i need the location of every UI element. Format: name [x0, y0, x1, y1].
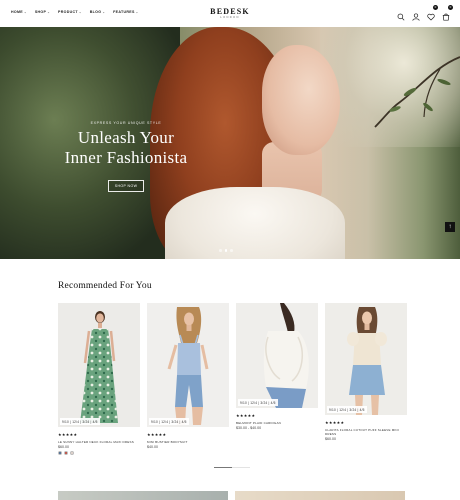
product-image[interactable]: 9/10 | 12/4 | 3/24 | 4/5: [236, 303, 318, 408]
product-price: $40.00: [147, 445, 158, 449]
product-name[interactable]: CLARITA FLORAL CUTOUT PUFF SLEEVE MINI D…: [325, 428, 407, 436]
color-swatch-red[interactable]: [64, 451, 68, 455]
rating-stars: ★★★★★: [147, 432, 167, 437]
product-photo-floral-maxi-dress: [58, 303, 140, 427]
product-name[interactable]: BELMONT PLAID CARDIGAN: [236, 421, 318, 425]
product-price: $30.00 - $40.00: [236, 426, 262, 430]
hero-model-face: [262, 45, 340, 155]
product-image[interactable]: 9/10 | 12/4 | 3/24 | 4/5: [325, 303, 407, 415]
scroll-to-top-button[interactable]: ↑: [445, 222, 455, 232]
size-options[interactable]: 9/10 | 12/4 | 3/24 | 4/5: [238, 399, 278, 406]
hero-model-blouse: [165, 187, 345, 259]
shop-now-button[interactable]: SHOP NOW: [107, 180, 145, 192]
color-swatches: [58, 451, 140, 455]
product-photo-bustier-bodysuit: [147, 303, 229, 427]
wishlist-count-badge: 0: [433, 5, 438, 10]
hero-slide-dots: [219, 249, 233, 252]
product-card[interactable]: 9/10 | 12/4 | 3/24 | 4/5 ★★★★★ BELMONT P…: [236, 303, 318, 455]
product-name[interactable]: LE SUNNY HALTER NECK FLORAL MAXI DRESS: [58, 440, 140, 444]
search-icon[interactable]: [397, 8, 405, 21]
cart-icon[interactable]: 0: [442, 5, 453, 21]
user-icon[interactable]: [412, 8, 420, 21]
product-image[interactable]: 9/10 | 12/4 | 3/24 | 4/5: [58, 303, 140, 427]
hero-eyebrow: EXPRESS YOUR UNIQUE STYLE: [90, 121, 162, 125]
product-card[interactable]: 9/10 | 12/4 | 3/24 | 4/5 ★★★★★ MINI BUST…: [147, 303, 229, 455]
logo-text: BEDESK: [210, 7, 250, 16]
color-swatch-blue[interactable]: [58, 451, 62, 455]
product-card[interactable]: 9/10 | 12/4 | 3/24 | 4/5 ★★★★★ CLARITA F…: [325, 303, 407, 455]
size-options[interactable]: 9/10 | 12/4 | 3/24 | 4/5: [60, 418, 100, 425]
product-name[interactable]: MINI BUSTIER BODYSUIT: [147, 440, 229, 444]
hero-content: EXPRESS YOUR UNIQUE STYLE Unleash Your I…: [46, 121, 206, 192]
header-actions: 0 0: [397, 5, 453, 21]
carousel-scrollbar-thumb[interactable]: [214, 467, 232, 468]
size-options[interactable]: 9/10 | 12/4 | 3/24 | 4/5: [327, 406, 367, 413]
site-logo[interactable]: BEDESK LONDON: [0, 7, 460, 19]
promo-banner-left[interactable]: [58, 491, 228, 500]
hero-title: Unleash Your Inner Fashionista: [46, 128, 206, 168]
product-photo-puff-sleeve-dress: [325, 303, 407, 415]
product-image[interactable]: 9/10 | 12/4 | 3/24 | 4/5: [147, 303, 229, 427]
hero-title-line2: Inner Fashionista: [64, 148, 188, 167]
color-swatch-blush[interactable]: [70, 451, 74, 455]
wishlist-icon[interactable]: 0: [427, 5, 438, 21]
cart-count-badge: 0: [448, 5, 453, 10]
rating-stars: ★★★★★: [58, 432, 78, 437]
promo-banner-right[interactable]: [235, 491, 405, 500]
product-card[interactable]: 9/10 | 12/4 | 3/24 | 4/5 ★★★★★ LE SUNNY …: [58, 303, 140, 455]
slide-dot-1[interactable]: [219, 249, 222, 252]
hero-title-line1: Unleash Your: [77, 128, 175, 147]
logo-subtext: LONDON: [220, 16, 240, 19]
rating-stars: ★★★★★: [325, 420, 345, 425]
rating-stars: ★★★★★: [236, 413, 256, 418]
product-photo-plaid-cardigan: [236, 303, 318, 408]
site-header: HOME ⌄ SHOP ⌄ PRODUCT ⌄ BLOG ⌄ FEATURES ⌄ BED…: [0, 0, 460, 27]
product-price: $60.00: [58, 445, 69, 449]
slide-dot-3[interactable]: [230, 249, 233, 252]
size-options[interactable]: 9/10 | 12/4 | 3/24 | 4/5: [149, 418, 189, 425]
product-price: $60.00: [325, 437, 336, 441]
product-carousel: 9/10 | 12/4 | 3/24 | 4/5 ★★★★★ LE SUNNY …: [58, 303, 407, 455]
slide-dot-2[interactable]: [224, 249, 227, 252]
hero-branch: [374, 56, 460, 128]
hero-banner: EXPRESS YOUR UNIQUE STYLE Unleash Your I…: [0, 27, 460, 259]
section-title: Recommended For You: [58, 281, 152, 291]
